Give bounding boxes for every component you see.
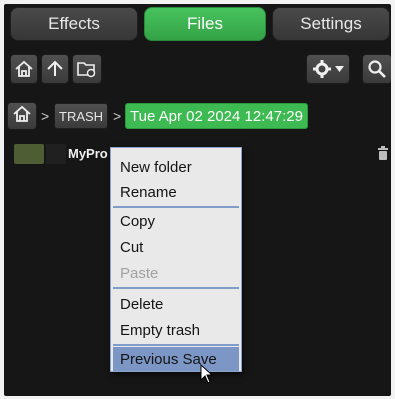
- file-thumbnail-secondary: [46, 144, 66, 164]
- file-name: MyPro: [68, 146, 108, 161]
- menu-item-empty-trash[interactable]: Empty trash: [113, 318, 239, 342]
- menu-item-new-folder[interactable]: New folder: [113, 155, 239, 179]
- breadcrumb-separator: >: [113, 108, 122, 124]
- breadcrumb-home[interactable]: [7, 102, 37, 130]
- menu-item-cut[interactable]: Cut: [113, 235, 239, 259]
- menu-divider: [113, 206, 239, 208]
- tab-files[interactable]: Files: [144, 7, 266, 41]
- menu-item-paste: Paste: [120, 264, 159, 282]
- breadcrumb-current-folder[interactable]: Tue Apr 02 2024 12:47:29: [125, 103, 308, 129]
- home-icon: [14, 59, 34, 79]
- tab-settings[interactable]: Settings: [272, 7, 390, 41]
- file-browser-panel: Effects Files Settings > TRASH > Tue Apr…: [4, 4, 391, 396]
- home-icon: [12, 104, 32, 129]
- up-button[interactable]: [41, 54, 69, 84]
- breadcrumb-trash[interactable]: TRASH: [54, 103, 109, 129]
- breadcrumb: > TRASH > Tue Apr 02 2024 12:47:29: [4, 100, 391, 134]
- toolbar: [4, 52, 391, 90]
- file-thumbnail: [14, 144, 44, 164]
- menu-item-rename[interactable]: Rename: [113, 180, 239, 204]
- menu-item-previous-save[interactable]: Previous Save: [113, 347, 239, 371]
- breadcrumb-separator: >: [41, 108, 50, 124]
- context-menu: New folder Rename Copy Cut Paste Delete …: [110, 147, 242, 372]
- search-button[interactable]: [362, 54, 391, 84]
- tab-bar: Effects Files Settings: [4, 4, 391, 46]
- arrow-up-icon: [45, 59, 65, 79]
- new-folder-button[interactable]: [72, 54, 102, 84]
- menu-item-copy[interactable]: Copy: [113, 209, 239, 233]
- menu-divider: [113, 344, 239, 346]
- new-folder-icon: [76, 59, 98, 79]
- trash-icon[interactable]: [377, 146, 389, 165]
- tab-effects[interactable]: Effects: [10, 7, 138, 41]
- settings-dropdown-button[interactable]: [306, 54, 350, 84]
- search-icon: [367, 59, 387, 79]
- mouse-cursor-icon: [200, 363, 214, 389]
- menu-divider: [113, 287, 239, 289]
- home-button[interactable]: [10, 54, 38, 84]
- gear-icon: [312, 59, 332, 79]
- menu-item-delete[interactable]: Delete: [113, 292, 239, 316]
- chevron-down-icon: [335, 65, 344, 73]
